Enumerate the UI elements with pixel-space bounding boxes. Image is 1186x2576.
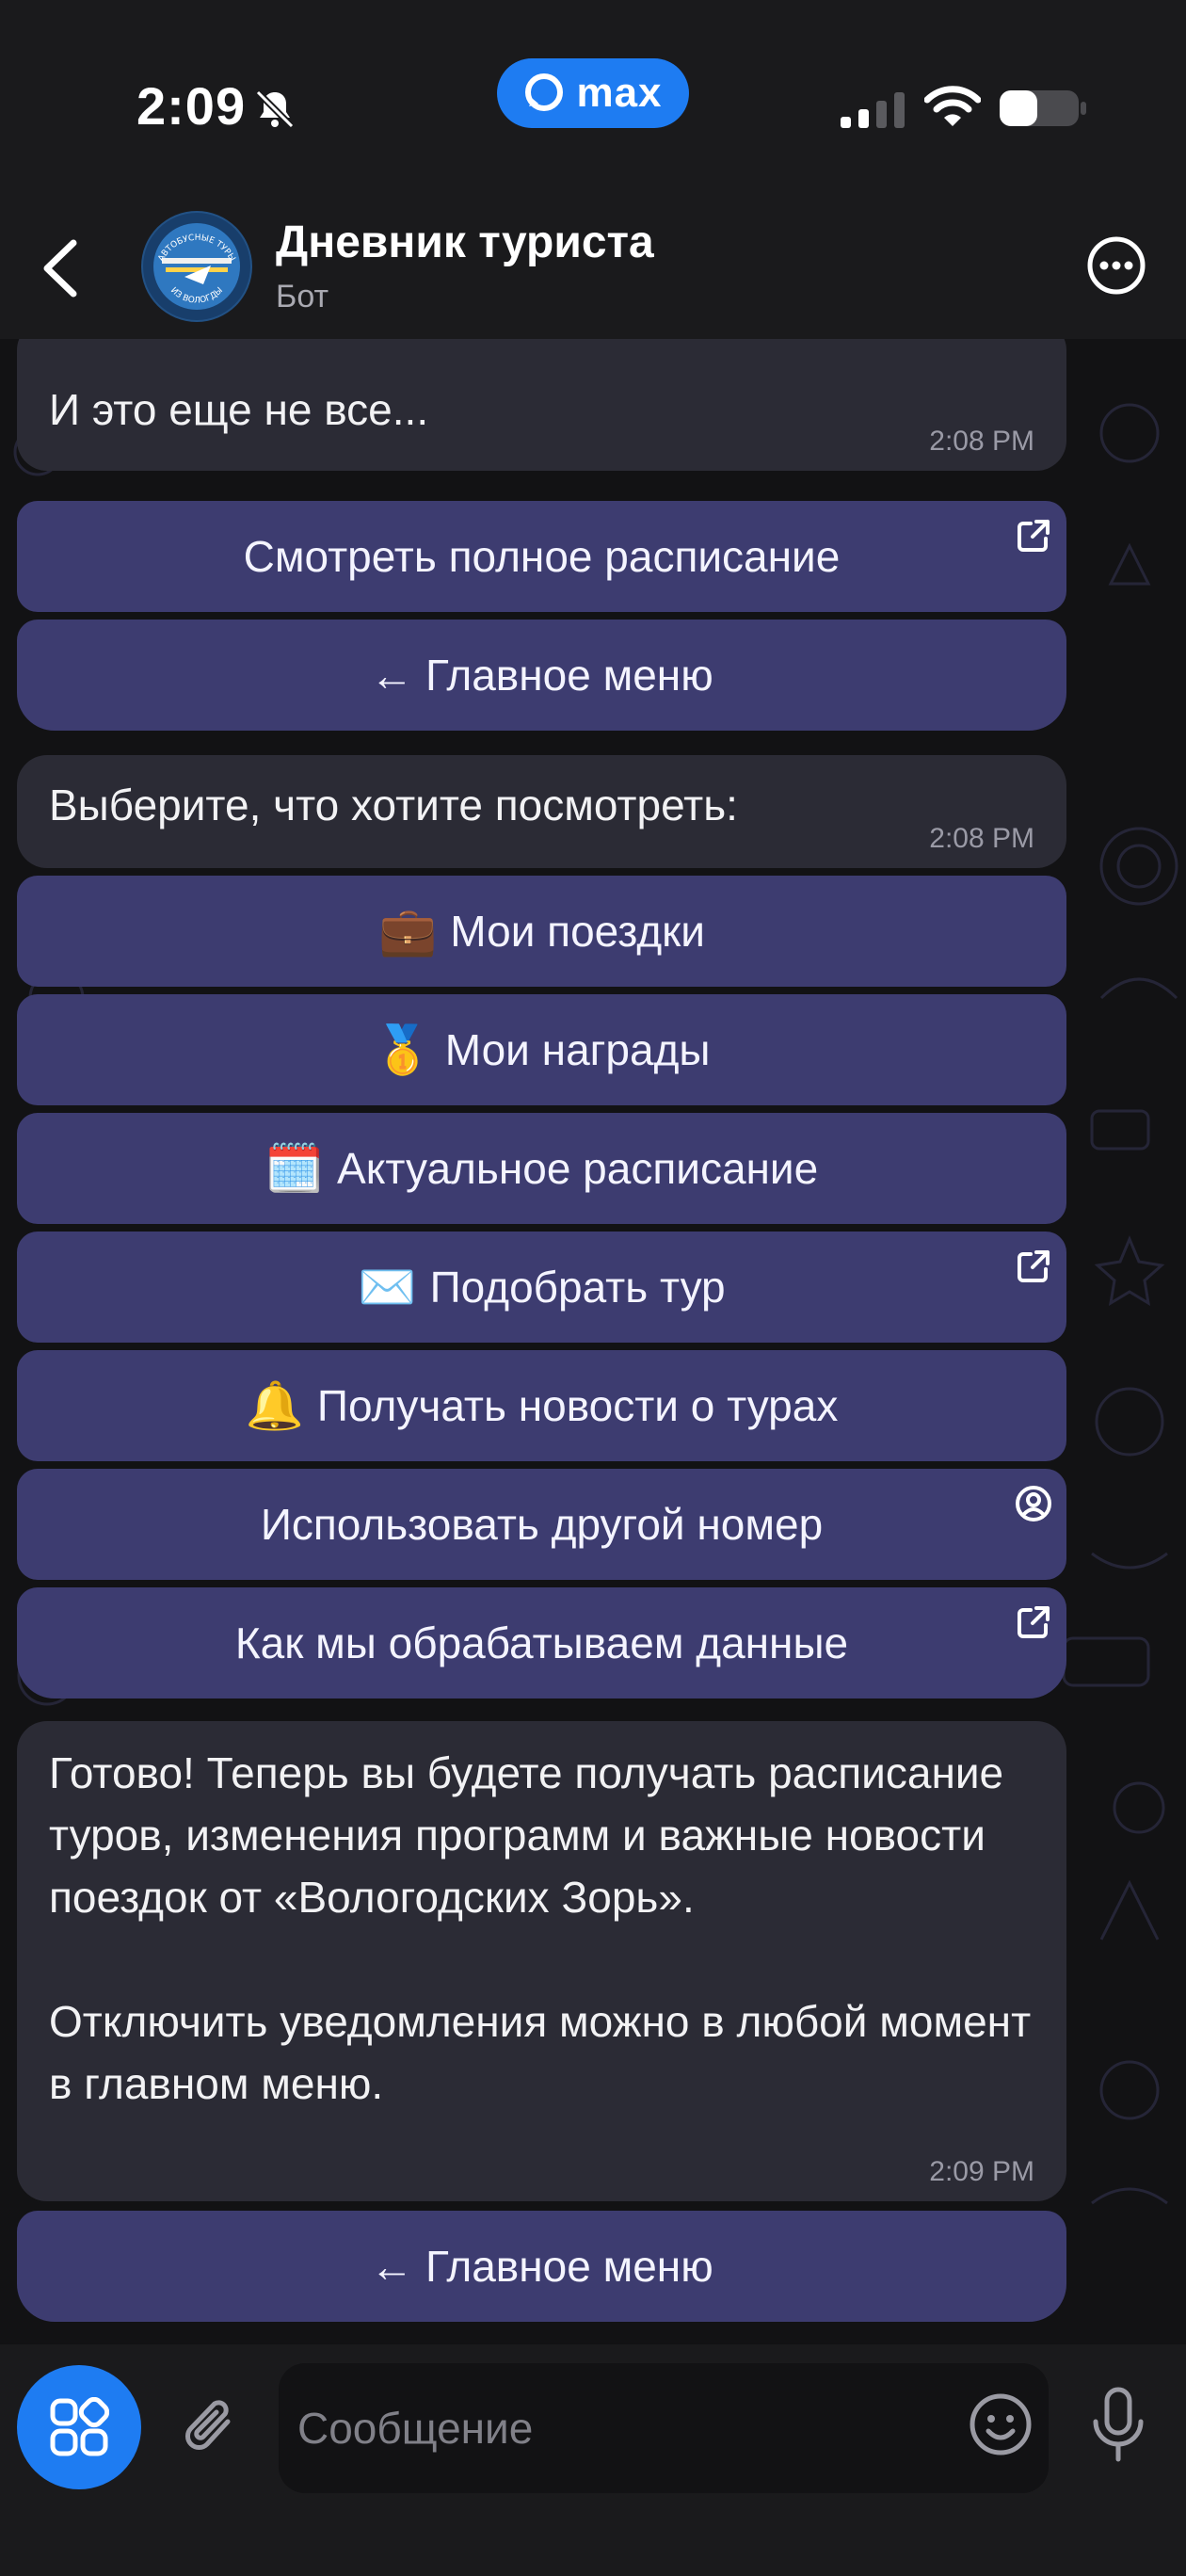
button-label: Смотреть полное расписание [243, 532, 841, 581]
keyboard-button-pick-tour[interactable]: ✉️ Подобрать тур [17, 1232, 1066, 1343]
keyboard-button-get-news[interactable]: 🔔 Получать новости о турах [17, 1350, 1066, 1461]
message-time: 2:08 PM [929, 426, 1034, 457]
apps-button[interactable] [17, 2365, 141, 2489]
keyboard-button-full-schedule[interactable]: Смотреть полное расписание [17, 501, 1066, 612]
message-input-placeholder: Сообщение [297, 2404, 534, 2453]
message-composer: Сообщение [0, 2344, 1186, 2576]
button-label: Мои награды [444, 1025, 711, 1074]
back-chevron-icon[interactable] [36, 235, 83, 301]
external-link-icon [1018, 520, 1050, 552]
external-link-icon [1018, 1606, 1050, 1638]
button-label: Использовать другой номер [260, 1500, 824, 1549]
message-input[interactable]: Сообщение [279, 2363, 1049, 2493]
bot-avatar[interactable]: АВТОБУСНЫЕ ТУРЫ ИЗ ВОЛОГДЫ [141, 211, 252, 322]
keyboard-button-main-menu[interactable]: ← Главное меню [17, 620, 1066, 731]
status-bar: 2:09 max [0, 0, 1186, 198]
button-label: Получать новости о турах [316, 1381, 839, 1430]
message-text: Готово! Теперь вы будете получать распис… [49, 1748, 1032, 2108]
button-label: Подобрать тур [429, 1263, 726, 1312]
more-options-icon[interactable] [1086, 235, 1146, 296]
bell-icon: 🔔 [245, 1378, 304, 1432]
paperclip-icon[interactable] [179, 2393, 245, 2461]
chat-area[interactable]: И это еще не все... 2:08 PM Смотреть пол… [0, 339, 1186, 2344]
chat-subtitle: Бот [276, 279, 329, 314]
chat-header: АВТОБУСНЫЕ ТУРЫ ИЗ ВОЛОГДЫ Дневник турис… [0, 198, 1186, 339]
chat-title[interactable]: Дневник туриста [276, 217, 654, 268]
button-label: Мои поездки [450, 907, 705, 956]
button-label: ← Главное меню [370, 2242, 713, 2291]
keyboard-button-current-schedule[interactable]: 🗓️ Актуальное расписание [17, 1113, 1066, 1224]
message-text: Выберите, что хотите посмотреть: [49, 781, 738, 829]
medal-icon: 🥇 [373, 1022, 432, 1076]
message-time: 2:08 PM [929, 823, 1034, 854]
max-logo-icon [525, 73, 564, 111]
battery-icon [1000, 90, 1086, 126]
button-label: ← Главное меню [370, 651, 713, 700]
button-label: Как мы обрабатываем данные [234, 1618, 849, 1667]
emoji-icon[interactable] [968, 2391, 1034, 2457]
cellular-signal-icon [841, 92, 905, 128]
message-time: 2:09 PM [929, 2156, 1034, 2187]
keyboard-button-my-trips[interactable]: 💼 Мои поездки [17, 876, 1066, 987]
apps-grid-icon [50, 2397, 109, 2456]
status-time: 2:09 [136, 76, 247, 136]
keyboard-button-other-number[interactable]: Использовать другой номер [17, 1469, 1066, 1580]
button-label: Актуальное расписание [337, 1144, 819, 1193]
calendar-icon: 🗓️ [264, 1141, 325, 1195]
message-bubble: Выберите, что хотите посмотреть: 2:08 PM [17, 755, 1066, 868]
message-bubble: И это еще не все... 2:08 PM [17, 339, 1066, 471]
bell-off-icon [255, 89, 295, 129]
message-bubble: Готово! Теперь вы будете получать распис… [17, 1721, 1066, 2201]
keyboard-button-main-menu[interactable]: ← Главное меню [17, 2211, 1066, 2322]
external-link-icon [1018, 1250, 1050, 1282]
microphone-icon[interactable] [1090, 2386, 1146, 2465]
wifi-icon [924, 86, 981, 126]
envelope-icon: ✉️ [358, 1260, 417, 1313]
contact-icon [1016, 1486, 1051, 1521]
avatar-logo-icon: АВТОБУСНЫЕ ТУРЫ ИЗ ВОЛОГДЫ [143, 213, 250, 320]
max-app-pill[interactable]: max [497, 58, 689, 128]
briefcase-icon: 💼 [378, 904, 438, 958]
keyboard-button-my-awards[interactable]: 🥇 Мои награды [17, 994, 1066, 1105]
message-text: И это еще не все... [49, 385, 429, 434]
max-label: max [576, 70, 663, 116]
keyboard-button-data-processing[interactable]: Как мы обрабатываем данные [17, 1587, 1066, 1699]
